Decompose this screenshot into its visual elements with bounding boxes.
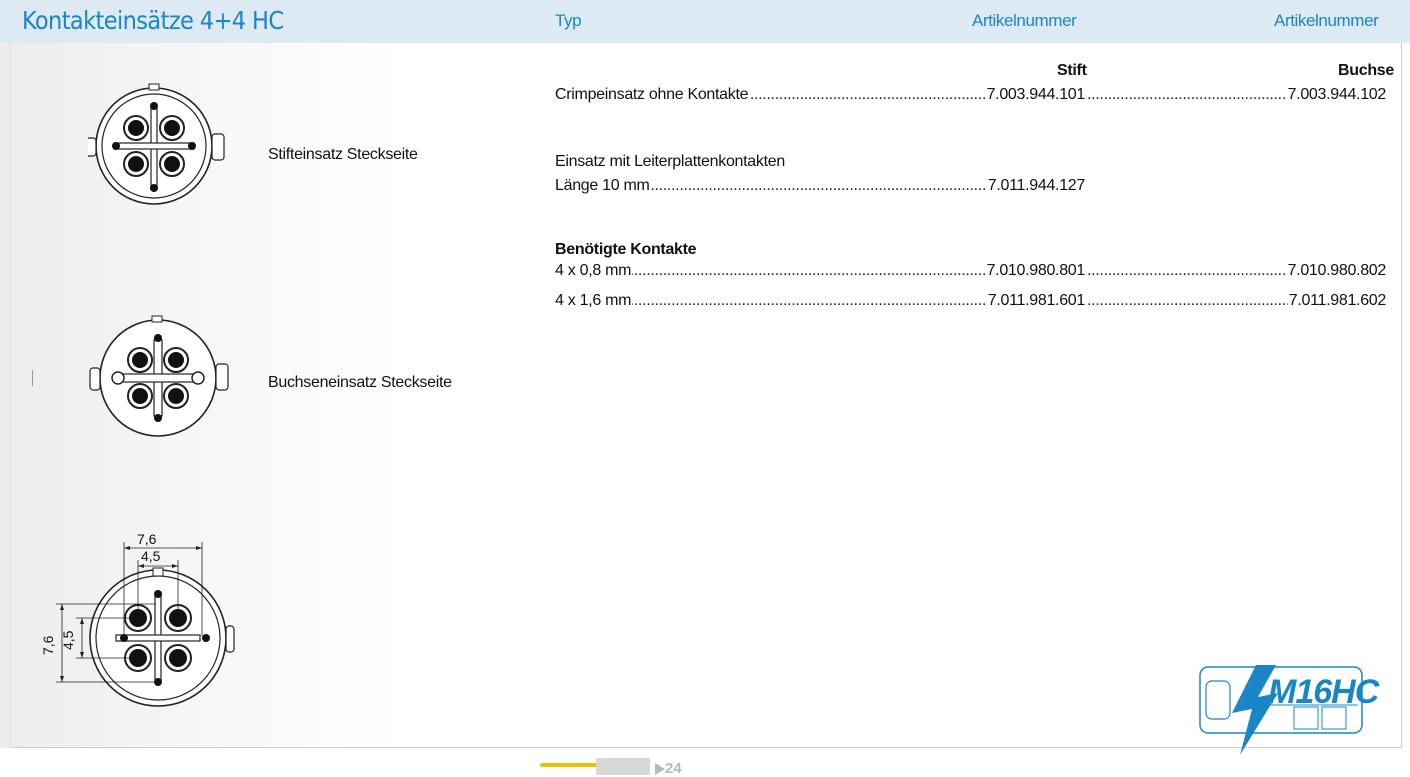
socket-insert-drawing (89, 315, 229, 437)
socket-insert-label: Buchseneinsatz Steckseite (268, 374, 452, 391)
dim-outer-width: 7,6 (137, 531, 157, 547)
column-header-typ: Typ (555, 11, 582, 30)
contact-08-row-buchse: ........................................… (1087, 261, 1386, 281)
m16hc-logo: M16HC (1198, 655, 1394, 755)
dim-inner-height: 4,5 (60, 630, 76, 650)
pcb-stift-number: 7.011.944.127 (986, 176, 1085, 196)
header-bar: Kontakteinsätze 4+4 HC Typ Artikelnummer… (0, 0, 1410, 43)
crimp-row-buchse: ........................................… (1087, 85, 1386, 105)
column-header-artikelnummer-stift: Artikelnummer (972, 11, 1077, 30)
footer-indicator (540, 756, 650, 775)
page-arrow-icon[interactable] (655, 763, 665, 775)
crimp-label: Crimpeinsatz ohne Kontakte (555, 86, 750, 103)
column-label-stift: Stift (1057, 62, 1087, 79)
logo-text: M16HC (1268, 673, 1379, 712)
pin-insert-label: Stifteinsatz Steckseite (268, 146, 418, 163)
column-label-buchse: Buchse (1338, 62, 1394, 79)
panel-mark (32, 370, 33, 386)
logo-text-hc: HC (1331, 673, 1379, 711)
contact-16-label: 4 x 1,6 mm (555, 292, 633, 309)
frame-left (10, 43, 11, 748)
contact-08-stift-number: 7.010.980.801 (985, 261, 1085, 281)
page-title: Kontakteinsätze 4+4 HC (22, 6, 284, 35)
contacts-heading: Benötigte Kontakte (555, 241, 697, 258)
contact-08-row-stift: ........................................… (555, 261, 1085, 281)
pcb-heading: Einsatz mit Leiterplattenkontakten (555, 153, 785, 170)
dim-outer-height: 7,6 (40, 635, 56, 655)
dim-inner-width: 4,5 (141, 548, 161, 564)
contact-16-buchse-number: 7.011.981.602 (1287, 291, 1386, 311)
page-number[interactable]: 24 (665, 760, 682, 777)
pcb-row: ........................................… (555, 176, 1085, 196)
crimp-stift-number: 7.003.944.101 (985, 85, 1085, 105)
contact-08-buchse-number: 7.010.980.802 (1286, 261, 1386, 281)
contact-08-label: 4 x 0,8 mm (555, 262, 633, 279)
grey-block (596, 758, 650, 775)
logo-text-m16: M16 (1268, 673, 1332, 711)
column-header-artikelnummer-buchse: Artikelnummer (1274, 11, 1379, 30)
crimp-row-stift: ........................................… (555, 85, 1085, 105)
frame-bottom (10, 747, 1402, 748)
crimp-buchse-number: 7.003.944.102 (1286, 85, 1386, 105)
contact-16-row-stift: ........................................… (555, 291, 1085, 311)
contact-16-stift-number: 7.011.981.601 (986, 291, 1085, 311)
pcb-label: Länge 10 mm (555, 177, 651, 194)
pin-insert-drawing (88, 83, 225, 205)
frame-right (1401, 43, 1402, 748)
contact-16-row-buchse: ........................................… (1087, 291, 1386, 311)
